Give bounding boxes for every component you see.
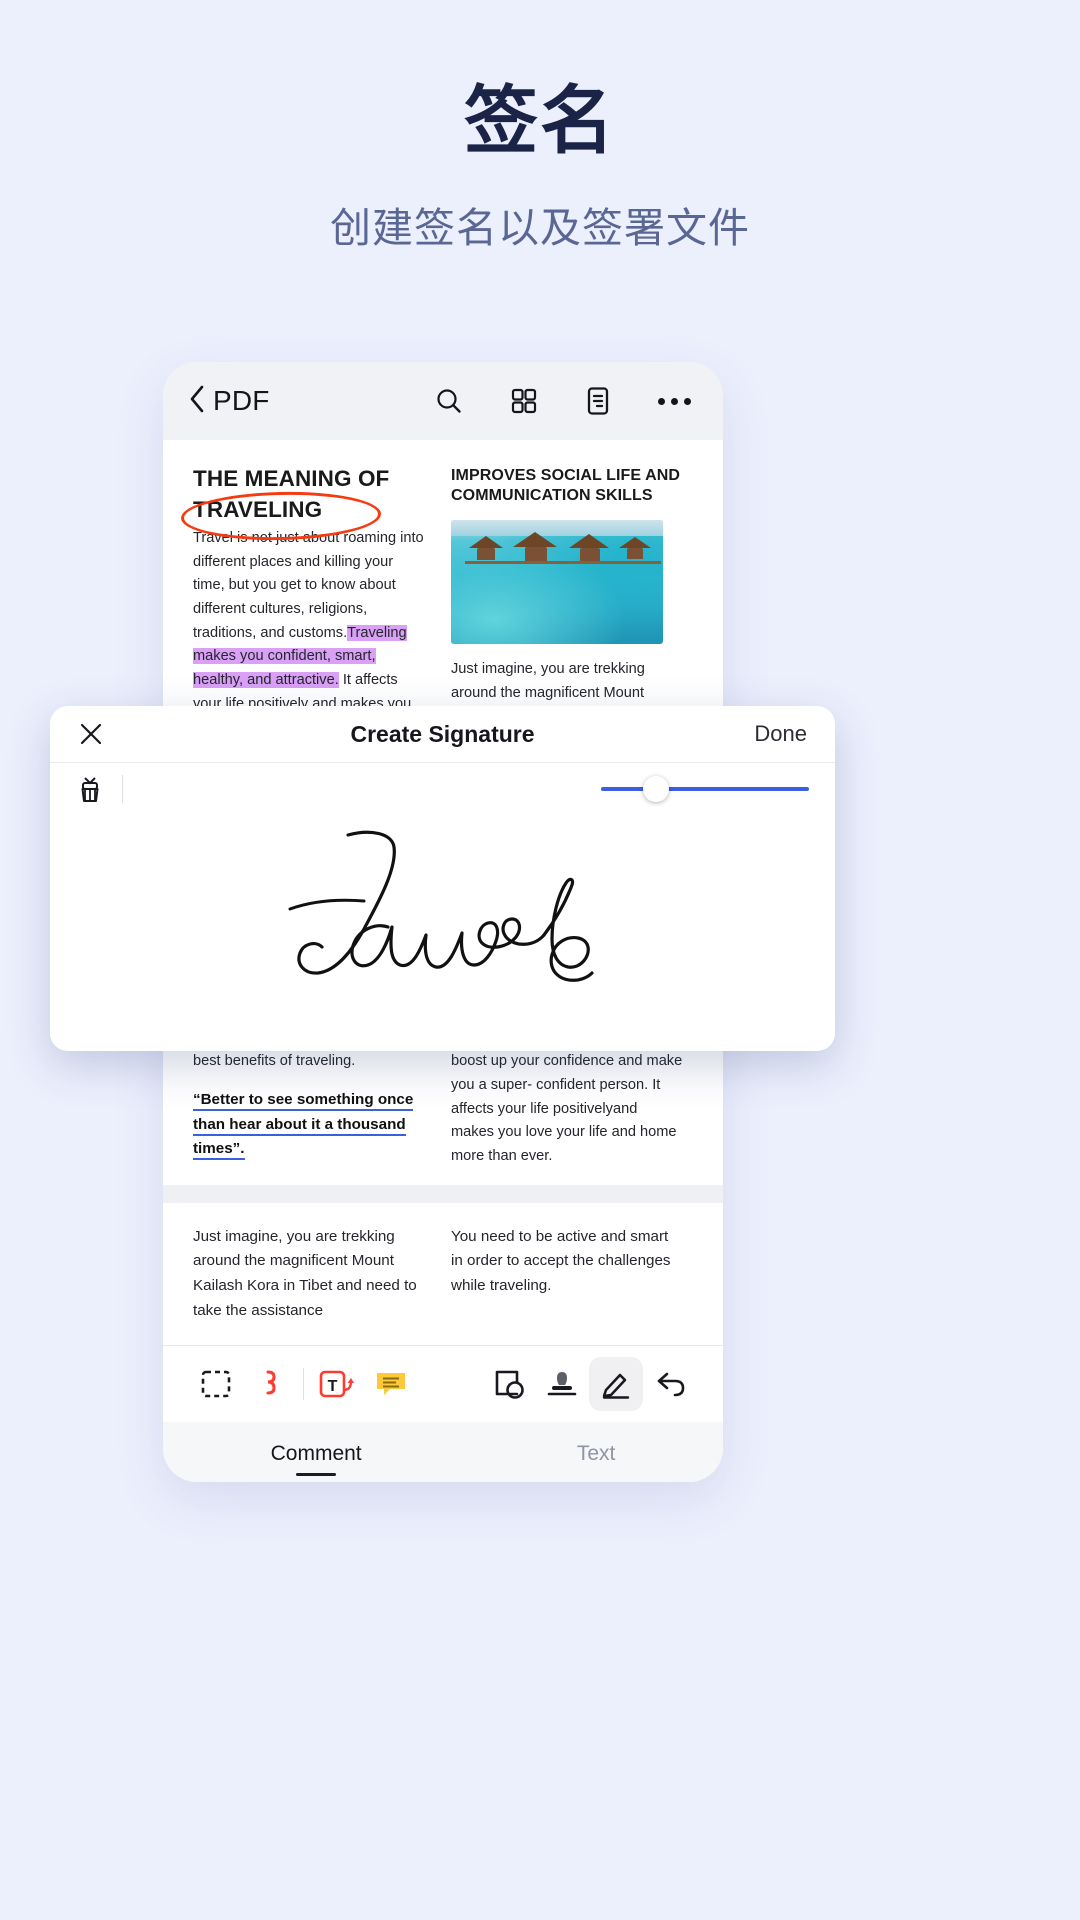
chevron-left-icon — [189, 385, 205, 418]
toolbar-separator — [303, 1368, 304, 1401]
svg-text:T: T — [328, 1378, 338, 1395]
stamp-icon[interactable] — [535, 1357, 589, 1411]
page-subtitle: 创建签名以及签署文件 — [330, 204, 750, 252]
highlight-icon[interactable] — [243, 1357, 297, 1411]
mode-tabs: Comment Text — [163, 1422, 723, 1482]
app-screen: 签名 创建签名以及签署文件 PDF THE MEANING OF TRAVELI… — [0, 0, 1080, 1920]
article-subheading: IMPROVES SOCIAL LIFE AND COMMUNICATION S… — [451, 467, 681, 504]
shape-icon[interactable] — [481, 1357, 535, 1411]
close-icon[interactable] — [78, 721, 104, 747]
document-left-column-footer: Just imagine, you are trekking around th… — [193, 1225, 425, 1324]
annotation-toolbar: T — [163, 1346, 723, 1423]
document-right-column-footer: You need to be active and smart in order… — [451, 1225, 683, 1324]
tab-text[interactable]: Text — [577, 1442, 616, 1476]
signature-icon[interactable] — [589, 1357, 643, 1412]
pdf-toolbar: PDF — [163, 362, 723, 440]
text-box-icon[interactable]: T — [310, 1357, 364, 1411]
undo-icon[interactable] — [643, 1357, 697, 1411]
stroke-width-slider[interactable] — [601, 776, 809, 802]
signature-canvas[interactable] — [50, 815, 835, 1049]
modal-title: Create Signature — [350, 720, 535, 747]
page-gap-band — [163, 1184, 723, 1203]
signature-tool-bar — [50, 763, 835, 815]
footer-paragraph-right: You need to be active and smart in order… — [451, 1227, 671, 1294]
area-select-icon[interactable] — [189, 1357, 243, 1411]
back-label: PDF — [213, 385, 270, 416]
overwater-bungalows-photo — [451, 520, 663, 644]
back-button[interactable]: PDF — [189, 385, 270, 418]
slider-track — [601, 787, 809, 791]
create-signature-modal: Create Signature Done — [50, 706, 835, 1051]
modal-header: Create Signature Done — [50, 706, 835, 762]
done-button[interactable]: Done — [754, 721, 807, 747]
search-icon[interactable] — [434, 386, 464, 416]
tab-comment[interactable]: Comment — [271, 1442, 362, 1476]
article-heading-line2: TRAVELING — [193, 496, 323, 522]
slider-knob[interactable] — [643, 776, 669, 802]
grid-icon[interactable] — [510, 387, 538, 415]
document-columns-footer: Just imagine, you are trekking around th… — [193, 1225, 693, 1324]
tool-separator — [122, 775, 123, 803]
footer-paragraph-left: Just imagine, you are trekking around th… — [193, 1227, 417, 1319]
article-heading-line2-wrap: TRAVELING — [180, 489, 425, 542]
article-quote-text: “Better to see something once than hear … — [193, 1091, 414, 1161]
sticky-note-icon[interactable] — [364, 1357, 418, 1411]
article-quote: “Better to see something once than hear … — [193, 1088, 425, 1162]
article-heading-line1: THE MEANING OF — [193, 466, 390, 491]
hero-section: 签名 创建签名以及签署文件 — [0, 0, 1080, 249]
more-icon[interactable] — [658, 397, 691, 405]
signature-drawing — [288, 830, 594, 982]
eraser-icon[interactable] — [76, 774, 104, 804]
toolbar-icons — [434, 386, 697, 416]
page-title: 签名 — [464, 78, 616, 164]
outline-icon[interactable] — [584, 386, 612, 416]
